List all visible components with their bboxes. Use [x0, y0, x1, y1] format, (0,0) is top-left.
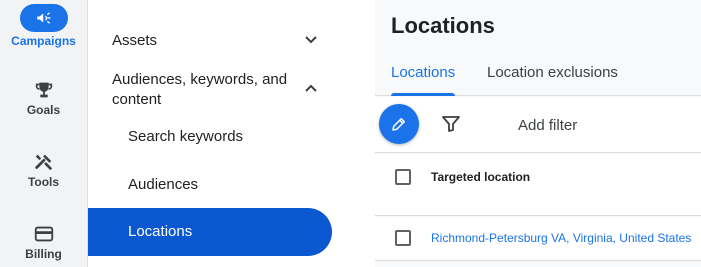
table-row: Richmond-Petersburg VA, Virginia, United…	[375, 217, 701, 261]
location-link[interactable]: Richmond-Petersburg VA, Virginia, United…	[431, 231, 691, 245]
rail-item-campaigns[interactable]: Campaigns	[0, 4, 87, 48]
row-checkbox[interactable]	[395, 230, 411, 246]
chevron-up-icon	[305, 84, 317, 92]
chevron-down-icon	[305, 36, 317, 44]
main-content: Locations Locations Location exclusions …	[375, 0, 701, 267]
rail-label-goals: Goals	[26, 103, 61, 117]
filter-icon[interactable]	[441, 115, 461, 133]
rail-label-tools: Tools	[27, 175, 60, 189]
campaigns-pill	[19, 4, 68, 32]
nav-label-assets: Assets	[112, 32, 158, 49]
nav-sub-locations-active[interactable]: Locations	[88, 208, 332, 256]
tab-locations[interactable]: Locations	[391, 64, 455, 81]
tab-bar: Locations Location exclusions	[375, 58, 701, 96]
edit-button[interactable]	[379, 104, 419, 144]
nav-sub-audiences[interactable]: Audiences	[128, 176, 198, 193]
pencil-icon	[392, 118, 405, 131]
section-nav: Assets Audiences, keywords, and content …	[87, 0, 375, 267]
select-all-checkbox[interactable]	[395, 169, 411, 185]
nav-item-assets[interactable]: Assets	[88, 32, 376, 52]
nav-label-line2: content	[112, 91, 162, 108]
rail-label-billing: Billing	[25, 247, 62, 261]
page-title: Locations	[391, 13, 495, 38]
left-rail: Campaigns Goals Tools Billing	[0, 0, 87, 267]
trophy-icon	[35, 82, 52, 98]
table-header: Targeted location	[375, 154, 701, 216]
column-header-targeted-location[interactable]: Targeted location	[431, 170, 530, 184]
nav-sub-search-keywords[interactable]: Search keywords	[128, 128, 243, 145]
active-tab-indicator	[391, 93, 455, 96]
rail-label-campaigns: Campaigns	[11, 34, 76, 48]
credit-card-icon	[34, 226, 53, 242]
rail-item-goals[interactable]: Goals	[0, 79, 87, 117]
app-root: Campaigns Goals Tools Billing Assets Aud…	[0, 0, 701, 267]
add-filter-button[interactable]: Add filter	[518, 117, 577, 134]
tools-icon	[34, 154, 52, 170]
rail-item-billing[interactable]: Billing	[0, 223, 87, 261]
rail-item-tools[interactable]: Tools	[0, 151, 87, 189]
tab-location-exclusions[interactable]: Location exclusions	[487, 64, 618, 81]
nav-label-line1: Audiences, keywords, and	[112, 71, 288, 88]
nav-sub-locations-label: Locations	[128, 223, 193, 240]
nav-item-audiences-keywords-content[interactable]: Audiences, keywords, and content	[88, 70, 376, 110]
table-toolbar: Add filter	[375, 97, 701, 153]
nav-label-audiences-group: Audiences, keywords, and content	[112, 70, 287, 110]
megaphone-icon	[36, 12, 51, 24]
